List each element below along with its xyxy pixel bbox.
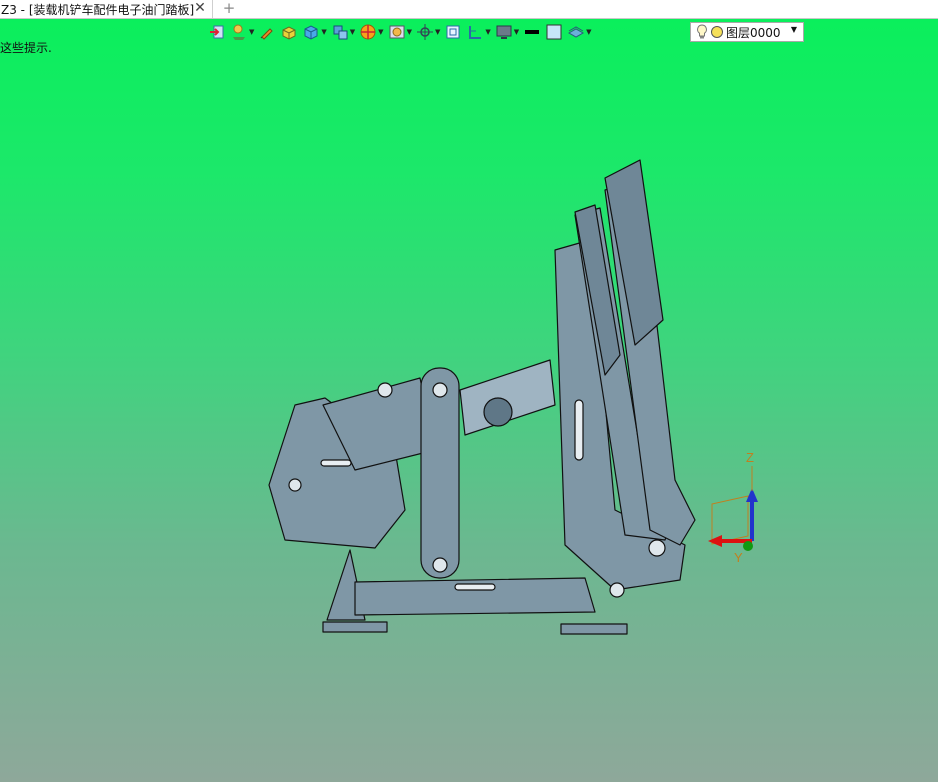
material-button[interactable]: ▼ [567, 21, 592, 43]
line-color-button[interactable] [523, 21, 541, 43]
view-icon [469, 26, 482, 39]
base-foot-right [560, 623, 628, 635]
assembly-icon [333, 25, 348, 40]
color-icon [360, 24, 376, 40]
y-axis-origin [743, 541, 753, 551]
layer-select[interactable]: 图层0000 ▼ [690, 22, 804, 42]
add-tab-icon[interactable]: + [222, 0, 236, 18]
display-button[interactable]: ▼ [495, 21, 519, 43]
solid-icon [282, 26, 296, 40]
line-color-icon [525, 30, 540, 34]
axis-triad: Z Y [708, 450, 758, 565]
x-arrowhead [708, 535, 722, 547]
tab-title: Z3 - [装载机铲车配件电子油门踏板] [1, 2, 195, 17]
bulb-icon [697, 24, 707, 39]
chevron-down-icon: ▼ [790, 25, 797, 34]
pivot-hole [432, 557, 448, 573]
display-icon [496, 25, 512, 39]
pen-button[interactable] [258, 21, 276, 43]
pivot-hole [377, 382, 393, 398]
cube-button[interactable]: ▼ [302, 21, 327, 43]
slot [454, 583, 496, 591]
chevron-down-icon: ▼ [321, 28, 327, 36]
solid-button[interactable] [280, 21, 298, 43]
fill-color-icon [546, 24, 562, 40]
snap-icon [416, 24, 433, 40]
document-tab[interactable]: Z3 - [装载机铲车配件电子油门踏板] [0, 0, 213, 18]
pivot-hole [648, 539, 666, 557]
frame-icon [446, 25, 460, 39]
view-button[interactable]: ▼ [466, 21, 491, 43]
base-foot-left [322, 621, 388, 633]
layer-manager-icon [233, 24, 245, 40]
chevron-down-icon: ▼ [406, 28, 412, 36]
link-arm [420, 367, 460, 579]
render-button[interactable]: ▼ [388, 21, 412, 43]
chevron-down-icon: ▼ [513, 28, 520, 36]
chevron-down-icon: ▼ [586, 28, 592, 36]
pedal-assembly-model[interactable] [255, 150, 715, 650]
tab-bar: Z3 - [装载机铲车配件电子油门踏板] ✕ + [0, 0, 938, 19]
z-label: Z [746, 450, 754, 465]
assembly-button[interactable]: ▼ [331, 21, 355, 43]
pen-icon [261, 28, 274, 40]
pivot-hole [288, 478, 302, 492]
frame-button[interactable] [444, 21, 462, 43]
y-label: Y [734, 550, 743, 565]
render-icon [389, 25, 405, 39]
color-button[interactable]: ▼ [359, 21, 384, 43]
import-button[interactable] [208, 21, 226, 43]
gear-wheel [483, 397, 513, 427]
prompt-hint: 这些提示. [0, 41, 52, 55]
chevron-down-icon: ▼ [434, 28, 441, 36]
slot [574, 399, 584, 461]
close-icon[interactable]: ✕ [192, 0, 208, 18]
chevron-down-icon: ▼ [378, 28, 384, 36]
pivot-hole [609, 582, 625, 598]
material-icon [568, 26, 585, 38]
layer-manager-button[interactable]: ▼ [230, 21, 254, 43]
layer-name: 图层0000 [726, 25, 781, 40]
snap-button[interactable]: ▼ [416, 21, 440, 43]
import-icon [210, 25, 224, 39]
chevron-down-icon: ▼ [249, 28, 255, 36]
spring-cylinder [459, 359, 556, 436]
triad-plane [711, 495, 749, 545]
chevron-down-icon: ▼ [485, 28, 491, 36]
fill-color-button[interactable] [545, 21, 563, 43]
slot [320, 459, 352, 467]
cube-icon [304, 25, 318, 40]
pivot-hole [432, 382, 448, 398]
layer-color-icon [711, 26, 723, 38]
chevron-down-icon: ▼ [349, 28, 356, 36]
